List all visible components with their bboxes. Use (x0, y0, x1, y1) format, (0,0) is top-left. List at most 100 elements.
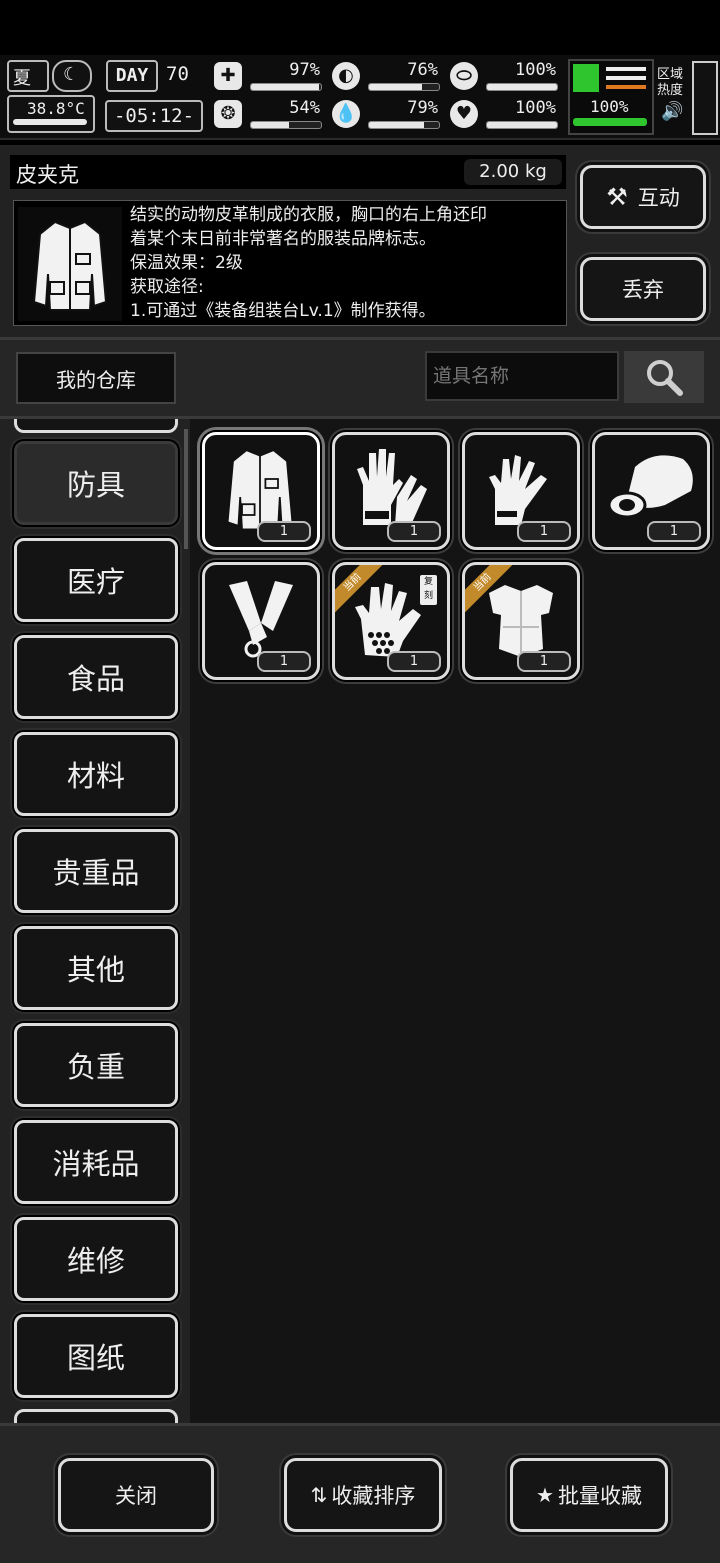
mood-bar (486, 121, 558, 129)
helmet-icon (607, 455, 693, 519)
inventory-slot[interactable]: 1 (332, 432, 450, 550)
category-button-partial[interactable] (14, 1409, 178, 1423)
leather-jacket-icon (18, 207, 122, 321)
season-label: 夏 (13, 68, 31, 89)
item-description: 结实的动物皮革制成的衣服，胸口的右上角还印 着某个末日前非常著名的服装品牌标志。… (130, 203, 560, 323)
day-number: 70 (166, 63, 189, 85)
close-button[interactable]: 关闭 (58, 1458, 214, 1532)
warehouse-title[interactable]: 我的仓库 (16, 352, 176, 404)
moon-icon: ☾ (52, 60, 92, 92)
batch-label: 批量收藏 (557, 1484, 642, 1508)
interact-button[interactable]: ⚒ 互动 (580, 165, 706, 229)
thirst-bar (368, 121, 440, 129)
water-drop-icon: 💧 (332, 100, 360, 128)
thirst-value: 79% (407, 98, 438, 118)
glove-icon (489, 455, 547, 525)
item-count: 1 (647, 521, 701, 542)
heart-icon: ♥ (450, 100, 478, 128)
season-badge: 夏 (7, 60, 49, 92)
description-line: 获取途径: (130, 277, 204, 297)
sanity-bar (250, 121, 322, 129)
inventory-slot[interactable]: 当前 复刻 1 (332, 562, 450, 680)
scale-gloves-icon (355, 583, 421, 657)
category-button-partial[interactable] (14, 419, 178, 433)
medicine-value: 100% (515, 60, 556, 80)
item-count: 1 (387, 651, 441, 672)
discard-button[interactable]: 丢弃 (580, 257, 706, 321)
item-weight: 2.00 kg (464, 159, 562, 185)
medicine-bar (486, 83, 558, 91)
sort-arrows-icon: ⇅ (310, 1483, 328, 1507)
game-clock: -05:12- (105, 100, 203, 132)
interact-label: 互动 (637, 186, 680, 210)
category-armor[interactable]: 防具 (14, 441, 178, 525)
close-label: 关闭 (115, 1484, 157, 1508)
thermometer-icon (13, 119, 87, 125)
health-value: 97% (289, 60, 320, 80)
mood-value: 100% (515, 98, 556, 118)
item-name-bar: 皮夹克 2.00 kg (10, 155, 566, 189)
inventory-slot[interactable]: 1 (202, 562, 320, 680)
category-other[interactable]: 其他 (14, 926, 178, 1010)
running-icon (573, 64, 599, 92)
category-valuables[interactable]: 贵重品 (14, 829, 178, 913)
item-detail-panel: 皮夹克 2.00 kg 结实的动物皮革制成的衣服，胸口的右上角还印 着某个末日前… (0, 145, 720, 340)
item-count: 1 (387, 521, 441, 542)
star-icon: ★ (536, 1483, 554, 1507)
speaker-icon[interactable]: 🔊 (661, 101, 683, 122)
replica-tag: 复刻 (420, 575, 437, 605)
day-label: DAY (106, 60, 158, 92)
search-button[interactable] (624, 351, 704, 403)
status-bar: 夏 ☾ 38.8°C DAY 70 -05:12- ✚ 97% ◐ 76% ⬭ … (0, 55, 720, 140)
hunger-bar (368, 83, 440, 91)
stamina-value: 100% (590, 97, 629, 116)
body-armor-icon (489, 585, 553, 657)
favorite-sort-button[interactable]: ⇅ 收藏排序 (284, 1458, 442, 1532)
brain-icon: ❂ (214, 100, 242, 128)
inventory-slot[interactable]: 1 (592, 432, 710, 550)
sort-label: 收藏排序 (331, 1484, 416, 1508)
description-line: 着某个末日前非常著名的服装品牌标志。 (130, 229, 436, 249)
category-repair[interactable]: 维修 (14, 1217, 178, 1301)
batch-favorite-button[interactable]: ★ 批量收藏 (510, 1458, 668, 1532)
arm-guards-icon (229, 581, 293, 658)
description-line: 结实的动物皮革制成的衣服，胸口的右上角还印 (130, 205, 487, 225)
hunger-value: 76% (407, 60, 438, 80)
footer-bar: 关闭 ⇅ 收藏排序 ★ 批量收藏 (0, 1423, 720, 1563)
medkit-icon: ✚ (214, 62, 242, 90)
category-sidebar[interactable]: 防具 医疗 食品 材料 贵重品 其他 负重 消耗品 维修 图纸 (0, 419, 190, 1423)
category-food[interactable]: 食品 (14, 635, 178, 719)
inventory-slot[interactable]: 当前 1 (462, 562, 580, 680)
item-count: 1 (257, 651, 311, 672)
category-consumables[interactable]: 消耗品 (14, 1120, 178, 1204)
description-line: 保温效果：2级 (130, 253, 243, 273)
item-count: 1 (257, 521, 311, 542)
warehouse-header: 我的仓库 (0, 340, 720, 419)
zone-heat-label: 区域热度 (657, 67, 684, 98)
inventory-grid: 1 1 1 1 1 当前 复刻 1 当前 1 (190, 419, 720, 1423)
category-materials[interactable]: 材料 (14, 732, 178, 816)
discard-label: 丢弃 (622, 278, 664, 302)
search-icon (647, 360, 683, 396)
category-medical[interactable]: 医疗 (14, 538, 178, 622)
hammer-icon: ⚒ (606, 183, 628, 211)
item-count: 1 (517, 651, 571, 672)
leather-jacket-icon (226, 449, 294, 531)
stamina-panel: 100% (568, 59, 654, 135)
category-blueprints[interactable]: 图纸 (14, 1314, 178, 1398)
pill-icon: ⬭ (450, 62, 478, 90)
category-carry-weight[interactable]: 负重 (14, 1023, 178, 1107)
health-bar (250, 83, 322, 91)
search-input[interactable] (425, 351, 619, 401)
sanity-value: 54% (289, 98, 320, 118)
temperature-box: 38.8°C (7, 95, 95, 133)
sidebar-scrollbar[interactable] (184, 429, 188, 549)
item-count: 1 (517, 521, 571, 542)
description-line: 1.可通过《装备组装台Lv.1》制作获得。 (130, 301, 436, 321)
inventory-slot[interactable]: 1 (202, 432, 320, 550)
stamina-bar (573, 118, 647, 126)
temperature-value: 38.8°C (27, 99, 85, 118)
zone-heat-meter (692, 61, 718, 135)
inventory-slot[interactable]: 1 (462, 432, 580, 550)
item-name: 皮夹克 (16, 163, 79, 187)
